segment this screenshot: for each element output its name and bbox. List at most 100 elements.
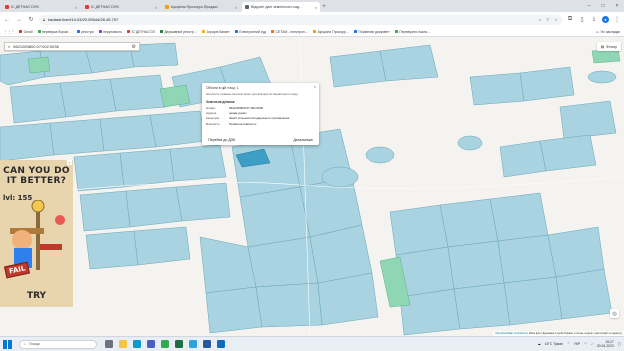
chrome-icon[interactable] xyxy=(161,340,169,348)
wifi-icon[interactable]: ◠ xyxy=(584,342,587,346)
edge-icon[interactable] xyxy=(133,340,141,348)
bookmark-item[interactable]: Перевірити паспо… xyxy=(394,29,431,34)
popup-title: Об'єкти в цій точці: 1 xyxy=(206,86,239,90)
close-icon[interactable]: × xyxy=(315,5,317,10)
bookmark-icon xyxy=(19,30,23,33)
star-icon[interactable]: ☆ xyxy=(554,17,558,22)
new-tab-icon[interactable]: + xyxy=(320,2,328,12)
close-ad-icon[interactable]: × xyxy=(67,160,72,165)
popup-section-title: Земельна ділянка xyxy=(206,100,235,104)
bookmark-item[interactable]: СЕТАМ - електрон… xyxy=(271,30,308,34)
bookmark-item[interactable]: ІС ДЕТНАС'ОЗ xyxy=(127,30,155,34)
extensions-icon[interactable]: ⧉ xyxy=(566,16,574,24)
pinned-apps xyxy=(105,340,225,348)
maximize-icon[interactable]: □ xyxy=(596,0,610,12)
info-row: Адреса немає даних xyxy=(206,111,315,115)
tab-title: ІС ДЕТНАС'ОЗ% xyxy=(91,5,119,9)
minimize-icon[interactable]: – xyxy=(582,0,596,12)
cadastral-map[interactable]: ⌕ 5621083800:07:002:0036 ⚙ ▤ Фільтр × Об… xyxy=(0,37,624,336)
parcel-info-popup: × Об'єкти в цій точці: 1 Натисніть право… xyxy=(202,83,319,145)
info-key: Категорія xyxy=(206,116,220,121)
share-icon[interactable]: ⇪ xyxy=(546,17,549,22)
bookmark-item[interactable]: перевірка боржн… xyxy=(37,30,72,34)
zoom-icon[interactable]: ⌕ xyxy=(539,17,541,22)
browser-tab-3[interactable]: Аукціони Прозорро.Продажі × xyxy=(162,2,240,12)
tab-favicon xyxy=(245,5,249,9)
notifications-icon[interactable]: ▢ xyxy=(618,342,621,346)
side-panel-icon[interactable]: ▯ xyxy=(578,16,586,24)
info-value: немає даних xyxy=(229,111,247,116)
reload-icon[interactable]: ↻ xyxy=(27,16,35,24)
bookmark-icon xyxy=(98,30,102,33)
game-ad-banner[interactable]: × CAN YOU DO IT BETTER? lvl: 155 FAIL TR… xyxy=(0,160,73,307)
info-row: Категорія Землі сільськогосподарського пр… xyxy=(206,116,315,120)
lock-icon[interactable]: 🔒︎ xyxy=(43,17,45,22)
language-indicator[interactable]: УКР xyxy=(574,342,580,346)
avatar[interactable]: ● xyxy=(602,16,609,23)
bookmark-label: Перевірити паспо… xyxy=(399,29,431,34)
windows-start-icon[interactable] xyxy=(3,339,12,349)
go-to-dzk-button[interactable]: Перейти до ДЗК xyxy=(206,137,237,143)
download-icon[interactable]: ⤓ xyxy=(590,16,598,24)
tab-favicon xyxy=(5,5,9,9)
info-row: Власність Приватна власність xyxy=(206,122,315,126)
parcel-layer[interactable] xyxy=(0,37,624,336)
close-icon[interactable]: × xyxy=(235,5,237,10)
bookmark-icon xyxy=(37,30,41,33)
browser-tab-2[interactable]: ІС ДЕТНАС'ОЗ% × xyxy=(82,2,160,12)
bookmark-label: ІС ДЕТНАС'ОЗ xyxy=(131,29,155,34)
task-view-icon[interactable] xyxy=(105,340,113,348)
bookmark-item[interactable]: нерухомість xyxy=(98,30,122,34)
cadastral-search-input[interactable]: ⌕ 5621083800:07:002:0036 ⚙ xyxy=(4,42,140,51)
close-icon[interactable]: × xyxy=(314,84,316,89)
store-icon[interactable] xyxy=(147,340,155,348)
weather-icon[interactable]: ☁ xyxy=(537,342,540,346)
address-bar[interactable]: 🔒︎ kadastr.live/#14.03/20.05544/28.45.79… xyxy=(39,14,562,25)
bookmark-icon xyxy=(234,30,238,33)
apps-icon[interactable]: ⋮⋮⋮ xyxy=(4,30,14,34)
info-value: 5621083800:07:002:0036 xyxy=(229,106,264,110)
bookmark-item[interactable]: Порівнюю документ xyxy=(354,30,390,34)
bookmarks-bar: ⋮⋮⋮ Gmail перевірка боржн… реєстри нерух… xyxy=(0,27,624,37)
bookmark-item[interactable]: реєстри xyxy=(76,30,94,34)
clock[interactable]: 15:27 30.04.2023 xyxy=(597,340,614,349)
all-bookmarks[interactable]: ▭ Усі закладки xyxy=(596,30,620,34)
outlook-icon[interactable] xyxy=(217,340,225,348)
filter-button[interactable]: ▤ Фільтр xyxy=(596,42,621,51)
gear-icon[interactable]: ⚙ xyxy=(132,44,136,50)
bookmark-icon xyxy=(394,30,398,33)
osm-link[interactable]: OpenStreetMap contributors xyxy=(495,332,526,335)
taskbar-search[interactable]: ⌕ Пошук xyxy=(19,339,97,349)
menu-icon[interactable]: ⋮ xyxy=(613,16,621,24)
bookmark-label: СЕТАМ - електрон… xyxy=(275,29,309,34)
details-button[interactable]: Детальніше xyxy=(291,137,315,143)
browser-tab-1[interactable]: ІС ДЕТНАС'ОЗ% × xyxy=(2,2,80,12)
tab-title: Відкриті дані земельного кад… xyxy=(251,5,303,9)
bookmark-item[interactable]: Електронний суд xyxy=(234,29,267,34)
taskbar: ⌕ Пошук ☁ 16°C Туман ⌃ УКР ◠ ♪ 15:27 30.… xyxy=(0,336,624,351)
word-icon[interactable] xyxy=(203,340,211,348)
telegram-icon[interactable] xyxy=(189,340,197,348)
close-window-icon[interactable]: × xyxy=(610,0,624,12)
volume-icon[interactable]: ♪ xyxy=(591,342,593,346)
close-icon[interactable]: × xyxy=(155,5,157,10)
browser-tab-4[interactable]: Відкриті дані земельного кад… × xyxy=(242,2,320,12)
close-icon[interactable]: × xyxy=(75,5,77,10)
filter-icon: ▤ xyxy=(600,44,605,49)
locate-icon[interactable]: ◎ xyxy=(610,309,619,318)
chevron-up-icon[interactable]: ⌃ xyxy=(567,342,570,346)
bookmark-icon xyxy=(271,30,275,33)
bookmark-label: Аграрні банкет xyxy=(206,29,230,34)
bookmark-item[interactable]: Державний реєстр… xyxy=(159,30,197,34)
ad-try-button[interactable]: TRY xyxy=(0,291,73,301)
info-key: Власність xyxy=(206,121,220,126)
excel-icon[interactable] xyxy=(175,340,183,348)
bookmark-item[interactable]: Аграрні банкет xyxy=(202,30,230,34)
url-text: kadastr.live/#14.03/20.05544/28.45.797 xyxy=(48,17,119,22)
bookmark-item[interactable]: Аукціони Прозорр… xyxy=(313,30,349,34)
bookmark-gmail[interactable]: Gmail xyxy=(19,30,33,34)
back-icon[interactable]: ← xyxy=(3,16,11,24)
forward-icon[interactable]: → xyxy=(15,16,23,24)
file-explorer-icon[interactable] xyxy=(119,340,127,348)
bookmark-label: Електронний суд xyxy=(239,29,267,34)
